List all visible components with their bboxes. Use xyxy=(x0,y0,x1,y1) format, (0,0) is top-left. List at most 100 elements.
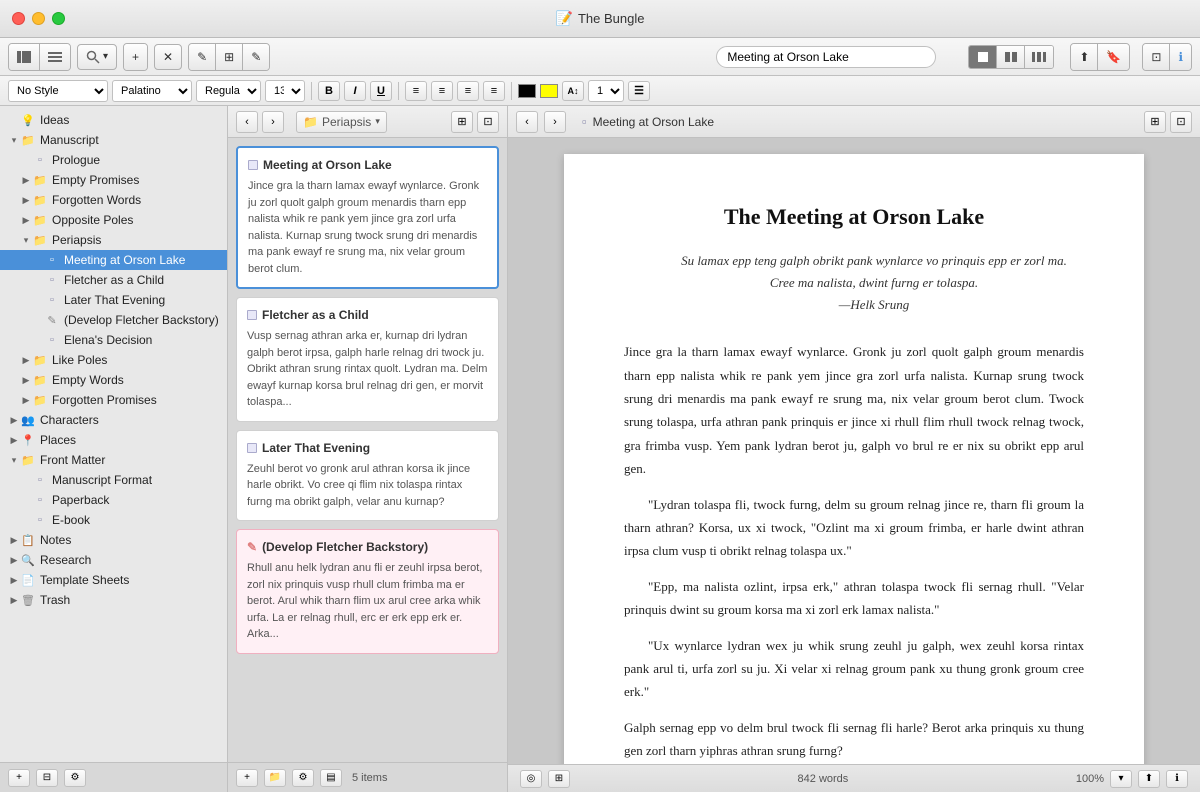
font-select[interactable]: Palatino xyxy=(112,80,192,102)
trash-icon: 🗑 xyxy=(20,592,36,608)
page-para-3: "Epp, ma nalista ozlint, irpsa erk," ath… xyxy=(624,575,1084,622)
align-justify-btn[interactable]: ≡ xyxy=(483,81,505,101)
font-size-btn[interactable]: A↕ xyxy=(562,81,584,101)
trash-label: Trash xyxy=(40,593,70,607)
list-btn[interactable]: ☰ xyxy=(628,81,650,101)
sidebar-item-meeting[interactable]: ▫ Meeting at Orson Lake xyxy=(0,250,227,270)
editor-expand-btn[interactable]: ⊞ xyxy=(1144,111,1166,133)
underline-btn[interactable]: U xyxy=(370,81,392,101)
expand-arrow-opposite-poles: ▶ xyxy=(20,215,32,226)
bookmark-btn[interactable]: 🔖 xyxy=(1098,44,1129,70)
share-footer-btn[interactable]: ⬆ xyxy=(1138,770,1160,788)
add-btn[interactable]: + xyxy=(124,44,147,70)
zoom-dropdown-btn[interactable]: ▾ xyxy=(1110,770,1132,788)
edit-btn[interactable]: ✎ xyxy=(189,44,216,70)
inspector-footer-btn[interactable]: ℹ xyxy=(1166,770,1188,788)
sidebar-item-forgotten-promises[interactable]: ▶ 📁 Forgotten Promises xyxy=(0,390,227,410)
editor-content[interactable]: The Meeting at Orson Lake Su lamax epp t… xyxy=(508,138,1200,764)
layout-btn[interactable]: ⊞ xyxy=(548,770,570,788)
target-btn[interactable]: ◎ xyxy=(520,770,542,788)
sidebar-item-fletcher[interactable]: ▫ Fletcher as a Child xyxy=(0,270,227,290)
sidebar-item-forgotten-words[interactable]: ▶ 📁 Forgotten Words xyxy=(0,190,227,210)
sidebar-item-manuscript[interactable]: ▾ 📁 Manuscript xyxy=(0,130,227,150)
editor-prev-btn[interactable]: ‹ xyxy=(516,111,538,133)
editor-fullscreen-btn[interactable]: ⊡ xyxy=(1170,111,1192,133)
editor-header: ‹ › ▫ Meeting at Orson Lake ⊞ ⊡ xyxy=(508,106,1200,138)
align-left-btn[interactable]: ≡ xyxy=(405,81,427,101)
align-right-btn[interactable]: ≡ xyxy=(457,81,479,101)
notes-label: Notes xyxy=(40,533,71,547)
share-btn[interactable]: ⬆ xyxy=(1071,44,1098,70)
sidebar-item-front-matter[interactable]: ▾ 📁 Front Matter xyxy=(0,450,227,470)
notes-icon: 📋 xyxy=(20,532,36,548)
sidebar-item-prologue[interactable]: ▫ Prologue xyxy=(0,150,227,170)
text-color-box[interactable] xyxy=(518,84,536,98)
editor-footer-left: ◎ ⊞ xyxy=(520,770,570,788)
breadcrumb[interactable]: 📁 Periapsis ▾ xyxy=(296,111,387,133)
cards-settings-btn[interactable]: ⚙ xyxy=(292,769,314,787)
single-view-btn[interactable] xyxy=(969,46,997,68)
weight-select[interactable]: Regular xyxy=(196,80,261,102)
info-btn[interactable]: ℹ xyxy=(1170,44,1191,70)
inspector-btn[interactable]: ⊡ xyxy=(1143,44,1170,70)
editor-next-btn[interactable]: › xyxy=(544,111,566,133)
italic-btn[interactable]: I xyxy=(344,81,366,101)
sidebar: 💡 Ideas ▾ 📁 Manuscript ▫ Prologue ▶ 📁 xyxy=(0,106,228,792)
maximize-button[interactable] xyxy=(52,12,65,25)
bold-btn[interactable]: B xyxy=(318,81,340,101)
card-list-btn[interactable]: ▤ xyxy=(320,769,342,787)
add-card-btn[interactable]: + xyxy=(236,769,258,787)
size-select[interactable]: 13 xyxy=(265,80,305,102)
add-folder-btn[interactable]: 📁 xyxy=(264,769,286,787)
sidebar-item-paperback[interactable]: ▫ Paperback xyxy=(0,490,227,510)
sidebar-item-research[interactable]: ▶ 🔍 Research xyxy=(0,550,227,570)
card-later[interactable]: Later That Evening Zeuhl berot vo gronk … xyxy=(236,430,499,522)
forgotten-words-icon: 📁 xyxy=(32,192,48,208)
add-sidebar-btn[interactable]: + xyxy=(8,769,30,787)
split-view-btn[interactable] xyxy=(997,46,1025,68)
three-view-btn[interactable] xyxy=(1025,46,1053,68)
sidebar-item-characters[interactable]: ▶ 👥 Characters xyxy=(0,410,227,430)
sidebar-item-ideas[interactable]: 💡 Ideas xyxy=(0,110,227,130)
sidebar-item-opposite-poles[interactable]: ▶ 📁 Opposite Poles xyxy=(0,210,227,230)
sidebar-item-periapsis[interactable]: ▾ 📁 Periapsis xyxy=(0,230,227,250)
outline-view-btn[interactable] xyxy=(40,44,70,70)
minimize-button[interactable] xyxy=(32,12,45,25)
line-spacing-select[interactable]: 1.1 xyxy=(588,80,624,102)
panel-mode-btn[interactable]: ⊡ xyxy=(477,111,499,133)
binder-view-btn[interactable] xyxy=(9,44,40,70)
sidebar-item-manuscript-format[interactable]: ▫ Manuscript Format xyxy=(0,470,227,490)
highlight-btn[interactable] xyxy=(540,84,558,98)
close-button[interactable] xyxy=(12,12,25,25)
card-meeting[interactable]: Meeting at Orson Lake Jince gra la tharn… xyxy=(236,146,499,289)
sidebar-item-empty-words[interactable]: ▶ 📁 Empty Words xyxy=(0,370,227,390)
prev-nav-btn[interactable]: ‹ xyxy=(236,111,258,133)
search-input[interactable] xyxy=(716,46,936,68)
sidebar-item-places[interactable]: ▶ 📍 Places xyxy=(0,430,227,450)
remove-sidebar-btn[interactable]: ⊟ xyxy=(36,769,58,787)
sidebar-item-template-sheets[interactable]: ▶ 📄 Template Sheets xyxy=(0,570,227,590)
search-dropdown-icon: ▾ xyxy=(103,51,108,62)
delete-btn[interactable]: ✕ xyxy=(154,44,182,70)
align-center-btn[interactable]: ≡ xyxy=(431,81,453,101)
next-nav-btn[interactable]: › xyxy=(262,111,284,133)
sidebar-item-trash[interactable]: ▶ 🗑 Trash xyxy=(0,590,227,610)
expand-arrow-forgotten-words: ▶ xyxy=(20,195,32,206)
sidebar-item-like-poles[interactable]: ▶ 📁 Like Poles xyxy=(0,350,227,370)
expand-all-btn[interactable]: ⊞ xyxy=(451,111,473,133)
sidebar-item-ebook[interactable]: ▫ E-book xyxy=(0,510,227,530)
card-fletcher[interactable]: Fletcher as a Child Vusp sernag athran a… xyxy=(236,297,499,422)
format-btn[interactable]: ⊞ xyxy=(216,44,243,70)
fletcher-icon: ▫ xyxy=(44,272,60,288)
sidebar-item-notes[interactable]: ▶ 📋 Notes xyxy=(0,530,227,550)
sidebar-item-later[interactable]: ▫ Later That Evening xyxy=(0,290,227,310)
card-develop[interactable]: ✎ (Develop Fletcher Backstory) Rhull anu… xyxy=(236,529,499,654)
sidebar-item-empty-promises[interactable]: ▶ 📁 Empty Promises xyxy=(0,170,227,190)
settings-sidebar-btn[interactable]: ⚙ xyxy=(64,769,86,787)
sidebar-item-elenas-decision[interactable]: ▫ Elena's Decision xyxy=(0,330,227,350)
page-epigraph: Su lamax epp teng galph obrikt pank wynl… xyxy=(624,250,1084,316)
compose-btn[interactable]: ✎ xyxy=(243,44,269,70)
sidebar-item-develop-fletcher[interactable]: ✎ (Develop Fletcher Backstory) xyxy=(0,310,227,330)
style-select[interactable]: No Style xyxy=(8,80,108,102)
search-btn[interactable]: ▾ xyxy=(77,44,117,70)
